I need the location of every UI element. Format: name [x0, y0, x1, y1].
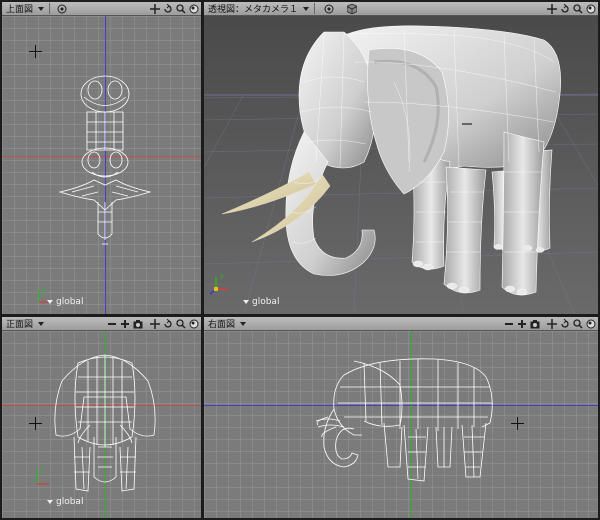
magnify-icon[interactable]: [572, 3, 583, 14]
pan-icon[interactable]: [149, 318, 160, 329]
coord-dropdown-icon[interactable]: [47, 500, 53, 504]
rotate-icon[interactable]: [559, 318, 570, 329]
viewport-title: 透視図：メタカメラ１: [208, 5, 299, 15]
cube-icon[interactable]: [346, 3, 357, 14]
viewport-perspective[interactable]: 透視図：メタカメラ１ y global: [204, 2, 598, 314]
viewport-top[interactable]: 上面図 y global: [2, 2, 201, 314]
viewport-title: 正面図: [6, 320, 34, 330]
pan-icon[interactable]: [149, 3, 160, 14]
rotate-icon[interactable]: [162, 3, 173, 14]
magnify-icon[interactable]: [175, 318, 186, 329]
perspective-scene: [204, 16, 598, 314]
menu-arrow-icon[interactable]: [38, 6, 45, 11]
zoom-in-icon[interactable]: [516, 318, 527, 329]
elephant-wireframe-top: [58, 75, 152, 245]
zoom-out-icon[interactable]: [503, 318, 514, 329]
viewport-title: 右面図: [208, 320, 236, 330]
viewport-toolbar: 透視図：メタカメラ１: [204, 2, 598, 16]
viewport-right[interactable]: 右面図: [204, 317, 598, 518]
coord-dropdown-icon[interactable]: [47, 300, 53, 304]
fit-icon[interactable]: [585, 318, 596, 329]
pan-icon[interactable]: [546, 318, 557, 329]
axis-gizmo-icon: y: [209, 272, 228, 295]
coord-dropdown-icon[interactable]: [243, 300, 249, 304]
viewport-toolbar: 右面図: [204, 317, 598, 331]
coord-system-label: global: [56, 297, 84, 307]
menu-arrow-icon[interactable]: [38, 321, 45, 326]
target-icon[interactable]: [56, 3, 67, 14]
zoom-out-icon[interactable]: [106, 318, 117, 329]
camera-icon[interactable]: [132, 318, 143, 329]
svg-text:y: y: [40, 466, 44, 474]
axis-gizmo-icon: y: [36, 466, 49, 485]
menu-arrow-icon[interactable]: [303, 6, 310, 11]
viewport-front[interactable]: 正面図 y global: [2, 317, 201, 518]
pan-icon[interactable]: [546, 3, 557, 14]
fit-icon[interactable]: [585, 3, 596, 14]
magnify-icon[interactable]: [175, 3, 186, 14]
camera-icon[interactable]: [529, 318, 540, 329]
magnify-icon[interactable]: [572, 318, 583, 329]
viewport-toolbar: 正面図: [2, 317, 201, 331]
toolbar-divider: [314, 3, 316, 14]
svg-text:y: y: [42, 286, 46, 294]
rotate-icon[interactable]: [559, 3, 570, 14]
viewport-title: 上面図: [6, 5, 34, 15]
viewport-toolbar: 上面図: [2, 2, 201, 16]
coord-system-label: global: [56, 497, 84, 507]
svg-text:y: y: [220, 272, 224, 280]
coord-system-label: global: [252, 297, 280, 307]
target-icon[interactable]: [323, 3, 334, 14]
toolbar-divider: [49, 3, 51, 14]
rotate-icon[interactable]: [162, 318, 173, 329]
fit-icon[interactable]: [188, 3, 199, 14]
zoom-in-icon[interactable]: [119, 318, 130, 329]
elephant-wireframe-side: [315, 358, 493, 482]
menu-arrow-icon[interactable]: [240, 321, 247, 326]
fit-icon[interactable]: [188, 318, 199, 329]
